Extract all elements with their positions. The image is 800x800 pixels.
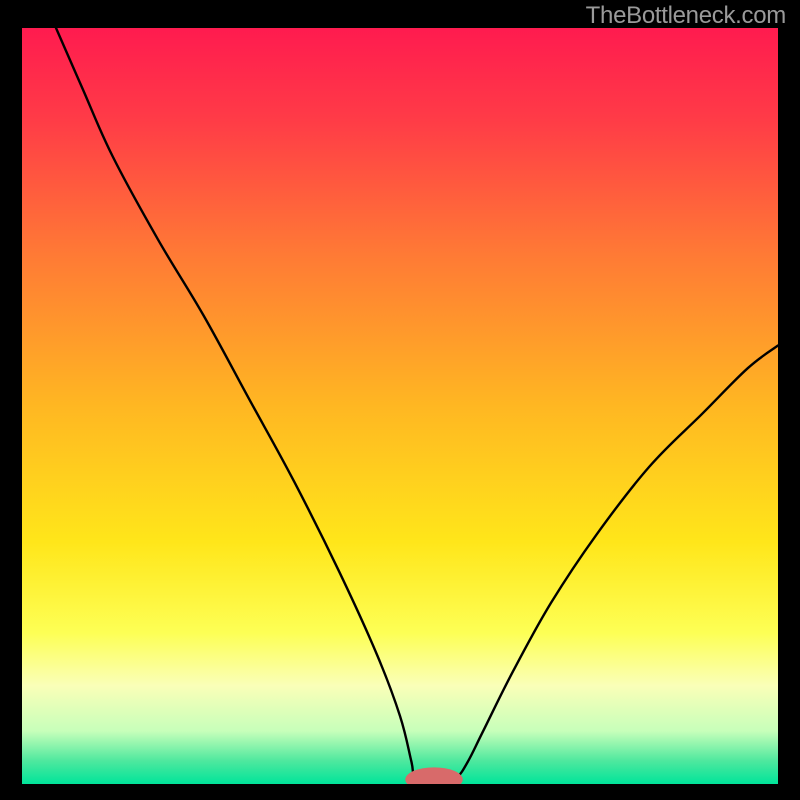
bottleneck-chart (22, 28, 778, 784)
chart-frame: TheBottleneck.com (0, 0, 800, 800)
plot-area (22, 28, 778, 784)
watermark-text: TheBottleneck.com (586, 2, 786, 30)
gradient-background (22, 28, 778, 784)
